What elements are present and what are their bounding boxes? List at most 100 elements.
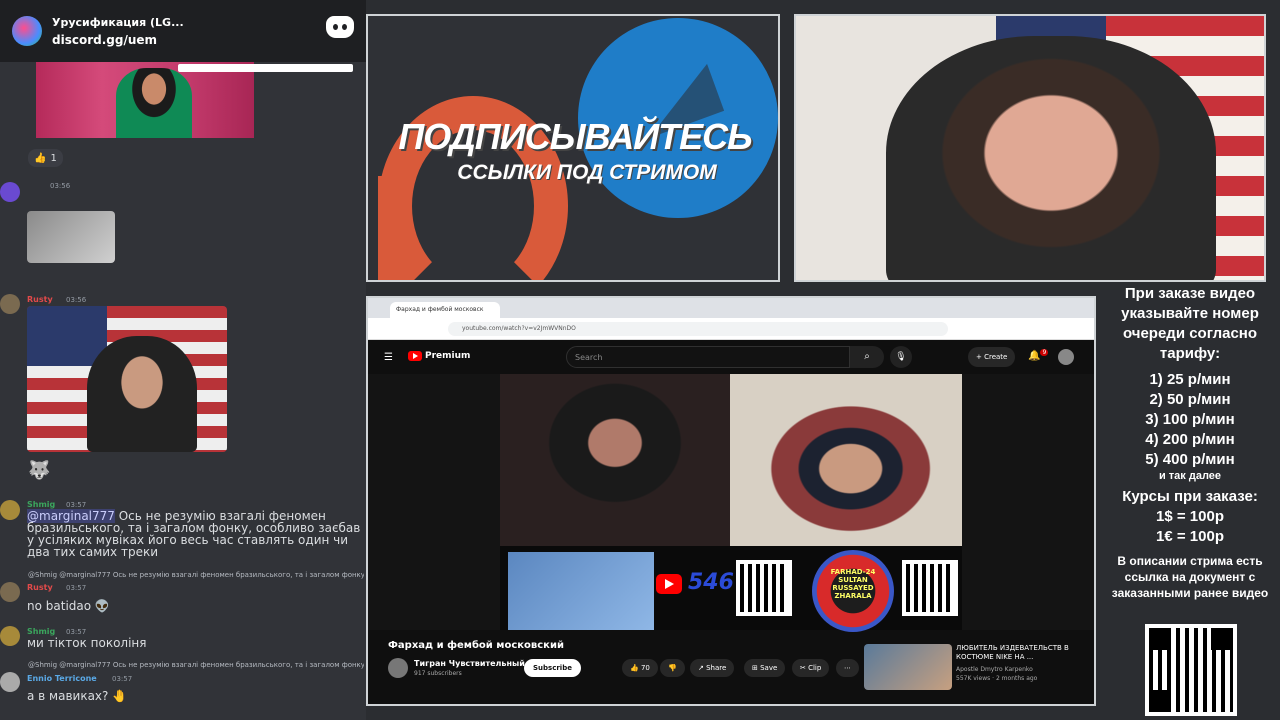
image-person [116, 68, 192, 138]
qr-code-icon [902, 560, 958, 616]
author-name[interactable]: Rusty [27, 583, 53, 592]
rates-title: Курсы при заказе: [1122, 488, 1258, 505]
create-button[interactable]: + Create [968, 347, 1016, 367]
youtube-header: ☰ Premium Search ⌕ 🎙 + Create 🔔 9 [368, 340, 1094, 374]
recommended-channel[interactable]: Apostle Dmytro Karpenko [956, 666, 1033, 673]
server-name: Урусификация (LG... [52, 15, 184, 29]
chat-image-attachment[interactable] [27, 306, 227, 452]
reply-preview[interactable]: @Shmig @marginal777 Ось не резумію взага… [28, 571, 364, 579]
avatar[interactable] [0, 672, 20, 692]
like-button[interactable]: 👍 70 [622, 659, 658, 677]
video-frame-right [730, 374, 962, 546]
dislike-button[interactable]: 👎 [660, 659, 685, 677]
banner-number: 546 [688, 570, 734, 595]
order-info-panel: При заказе видео указывайте номер очеред… [1100, 284, 1280, 601]
qr-code-pattern [1149, 628, 1233, 712]
message-time: 03:57 [66, 501, 87, 509]
save-label: Save [760, 664, 778, 672]
streamer-webcam [794, 14, 1266, 282]
promo-subtitle: ССЫЛКИ ПОД СТРИМОМ [457, 161, 717, 184]
avatar[interactable] [0, 582, 20, 602]
recommended-title[interactable]: ЛЮБИТЕЛЬ ИЗДЕВАТЕЛЬСТВ В КОСТЮМЕ NIKE НА… [956, 644, 1074, 662]
server-icon [12, 16, 42, 46]
avatar[interactable] [0, 182, 20, 202]
video-player[interactable]: 546 FARHAD-24 SULTAN RUSSAYED ZHARALA [500, 374, 962, 632]
save-button[interactable]: ⊞ Save [744, 659, 786, 677]
search-icon[interactable]: ⌕ [850, 346, 884, 368]
promo-panel: ПОДПИСЫВАЙТЕСЬ ССЫЛКИ ПОД СТРИМОМ [366, 14, 780, 282]
share-label: Share [706, 664, 727, 672]
thumbs-up-icon: 👍 [630, 664, 641, 672]
qr-code-icon [1145, 624, 1237, 716]
server-invite[interactable]: discord.gg/uem [52, 33, 184, 47]
browser-tab-strip: Фархад и фембой московск [368, 298, 1094, 318]
clip-button[interactable]: ✂ Clip [792, 659, 830, 677]
author-name[interactable]: Rusty [27, 295, 53, 304]
youtube-play-icon [656, 574, 682, 594]
tariff-item: 4) 200 р/мин [1145, 431, 1235, 448]
recommended-meta: 557K views · 2 months ago [956, 675, 1038, 682]
discord-chat-panel: Урусификация (LG... discord.gg/uem 👍 1 0… [0, 0, 366, 720]
author-name[interactable]: Shmig [27, 627, 55, 636]
channel-name[interactable]: Тигран Чувствительный [414, 659, 525, 668]
more-actions-button[interactable]: ⋯ [836, 659, 859, 677]
tariff-etc: и так далее [1158, 470, 1222, 482]
message-time: 03:57 [66, 628, 87, 636]
banner-image [508, 552, 654, 630]
browser-toolbar: youtube.com/watch?v=v2JmWVNnDO [368, 318, 1094, 340]
clip-icon: ✂ [800, 664, 809, 672]
order-heading: При заказе видео указывайте номер очеред… [1121, 285, 1259, 362]
promo-title: ПОДПИСЫВАЙТЕСЬ [398, 116, 752, 157]
tariff-item: 1) 25 р/мин [1149, 371, 1231, 388]
tariff-item: 2) 50 р/мин [1149, 391, 1231, 408]
share-button[interactable]: ↗ Share [690, 659, 735, 677]
message-time: 03:56 [50, 182, 71, 190]
chat-image-attachment[interactable] [27, 211, 115, 263]
avatar[interactable] [0, 626, 20, 646]
browser-tab[interactable]: Фархад и фембой московск [390, 302, 500, 318]
avatar[interactable] [0, 294, 20, 314]
reaction-count: 1 [50, 152, 57, 164]
author-name[interactable]: Shmig [27, 500, 55, 509]
tariff-item: 5) 400 р/мин [1145, 451, 1235, 468]
recommended-thumbnail[interactable] [864, 644, 952, 690]
tariff-item: 3) 100 р/мин [1145, 411, 1235, 428]
discord-logo-icon [326, 16, 354, 38]
search-input[interactable]: Search [566, 346, 850, 368]
stream-layout: Урусификация (LG... discord.gg/uem 👍 1 0… [0, 0, 1280, 720]
reply-preview[interactable]: @Shmig @marginal777 Ось не резумію взага… [28, 661, 364, 669]
image-person [87, 336, 197, 452]
video-frame-left [500, 374, 730, 546]
youtube-logo[interactable]: Premium [408, 351, 470, 361]
message-time: 03:57 [66, 584, 87, 592]
overlay-strip [178, 64, 353, 72]
player-letterbox-left [368, 374, 500, 630]
thumbs-up-icon: 👍 [34, 152, 47, 164]
youtube-play-icon [408, 351, 422, 361]
notification-count: 9 [1040, 349, 1049, 356]
flag-canton [27, 306, 107, 366]
address-bar[interactable]: youtube.com/watch?v=v2JmWVNnDO [448, 322, 948, 336]
author-name[interactable]: Ennio Terricone [27, 674, 97, 683]
chat-emoji: 🐺 [28, 460, 51, 481]
share-icon: ↗ [698, 664, 707, 672]
message-time: 03:56 [66, 296, 87, 304]
description-note: В описании стрима есть ссылка на докумен… [1111, 554, 1269, 600]
subscribe-button[interactable]: Subscribe [524, 659, 581, 677]
channel-avatar[interactable] [388, 658, 408, 678]
discord-server-header[interactable]: Урусификация (LG... discord.gg/uem [0, 0, 366, 62]
badge-text: FARHAD-24 SULTAN RUSSAYED ZHARALA [830, 568, 876, 600]
reaction-thumbsup[interactable]: 👍 1 [28, 149, 63, 167]
avatar[interactable] [0, 500, 20, 520]
save-icon: ⊞ [752, 664, 761, 672]
thumbs-down-icon: 👎 [668, 664, 677, 672]
message-text: no batidao 👽 [27, 599, 110, 613]
menu-icon[interactable]: ☰ [384, 352, 393, 363]
rate-usd: 1$ = 100р [1156, 508, 1224, 525]
microphone-icon[interactable]: 🎙 [890, 346, 912, 368]
message-content: @marginal777 Ось не резумію взагалі фено… [27, 509, 362, 558]
qr-code-icon [736, 560, 792, 616]
message-text: ми тікток поколіня [27, 636, 147, 650]
notifications-bell-icon[interactable]: 🔔 9 [1028, 349, 1049, 361]
account-avatar[interactable] [1058, 349, 1074, 365]
